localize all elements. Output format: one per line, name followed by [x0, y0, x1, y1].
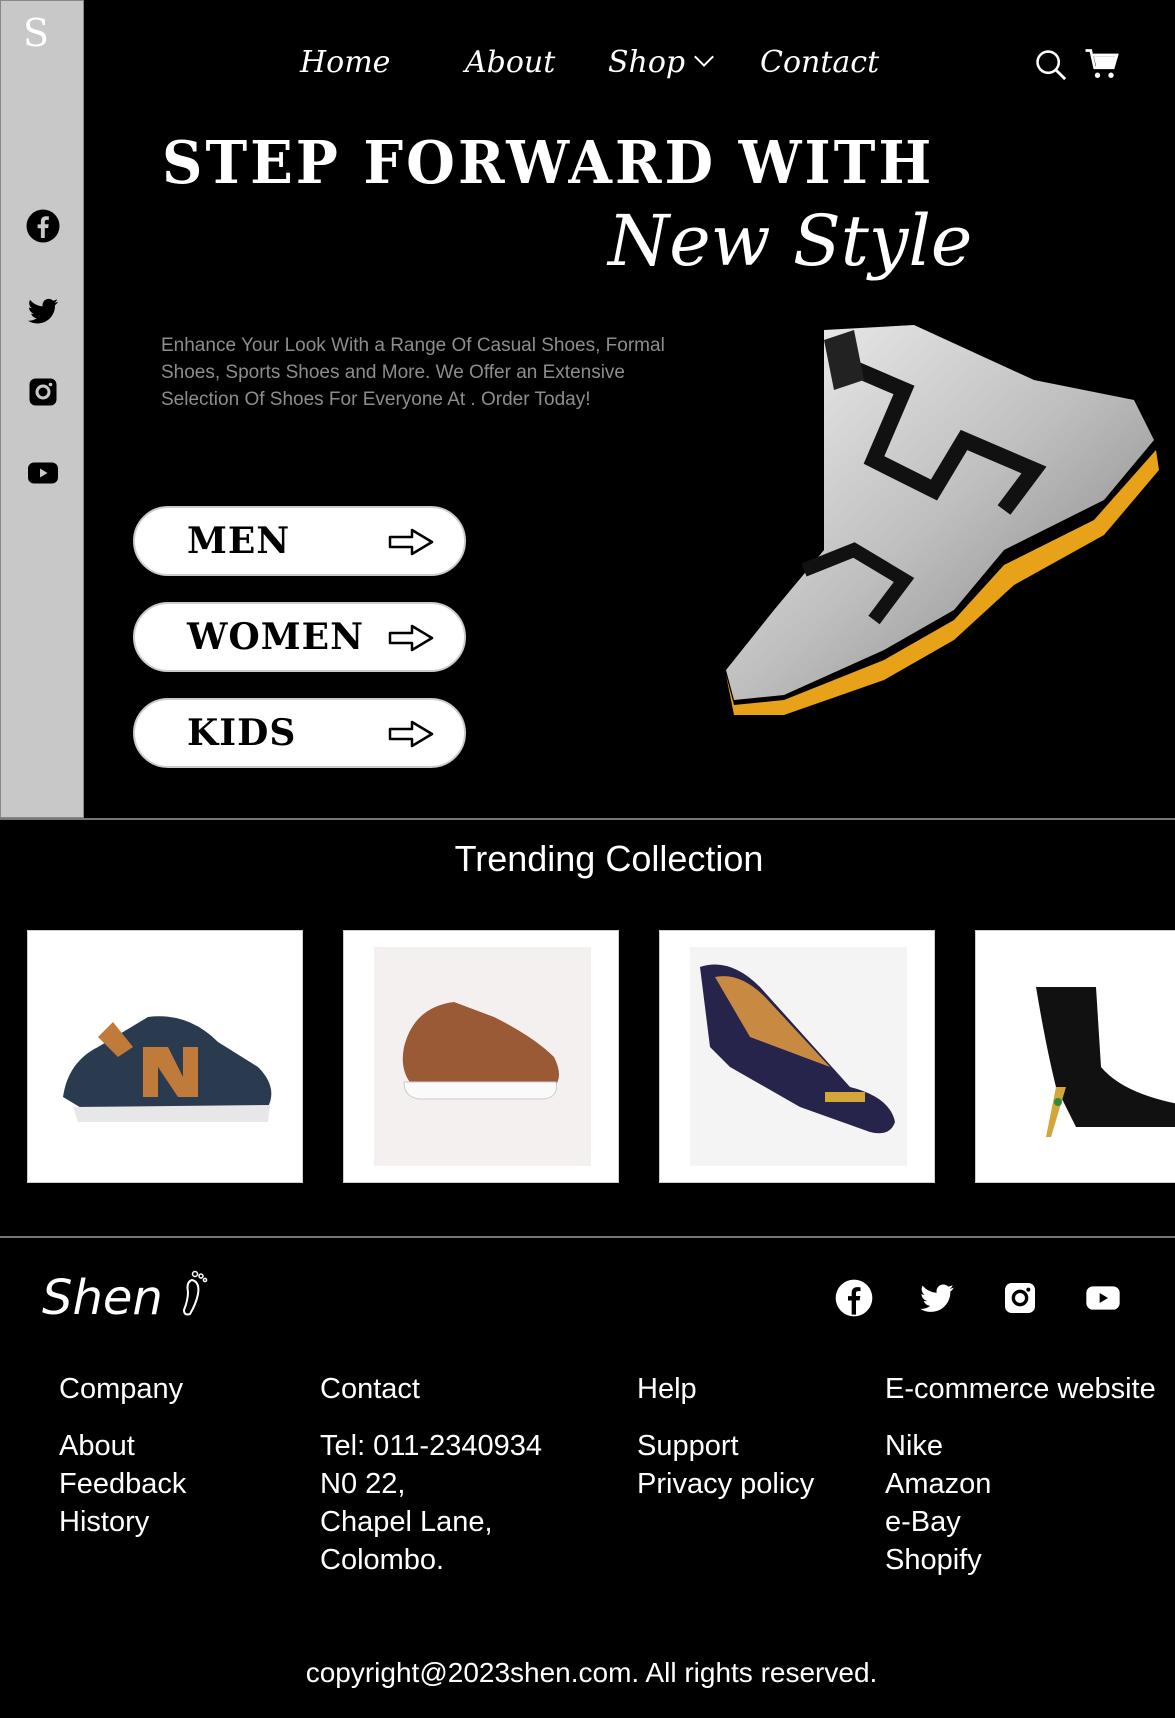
- youtube-icon[interactable]: [25, 455, 61, 491]
- section-divider: [0, 1236, 1175, 1238]
- hero-shoe-image: [726, 325, 1159, 715]
- arrow-right-icon: [388, 528, 434, 556]
- footer-contact-address-line: N0 22,: [320, 1468, 406, 1500]
- product-card[interactable]: [659, 930, 935, 1183]
- footer-company-links: About Feedback History: [59, 1427, 186, 1541]
- ankle-boot-image: [1036, 987, 1175, 1137]
- footer-help-links: Support Privacy policy: [637, 1427, 814, 1503]
- sidebar-logo[interactable]: S: [23, 11, 49, 55]
- category-men-button[interactable]: MEN: [133, 506, 466, 576]
- hero-subheadline: New Style: [608, 200, 973, 282]
- product-card[interactable]: [27, 930, 303, 1183]
- footer-link-about[interactable]: About: [59, 1427, 186, 1465]
- footer-link-ebay[interactable]: e-Bay: [885, 1503, 991, 1541]
- footer-link-privacy-policy[interactable]: Privacy policy: [637, 1465, 814, 1503]
- nav-home[interactable]: Home: [300, 45, 390, 80]
- hero-section: Home About Shop Contact STEP FORWARD WIT…: [84, 0, 1175, 818]
- category-label: KIDS: [187, 712, 297, 754]
- footer-link-nike[interactable]: Nike: [885, 1427, 991, 1465]
- category-label: WOMEN: [187, 616, 364, 658]
- footer-contact-address-line: Chapel Lane,: [320, 1506, 493, 1538]
- chevron-down-icon: [694, 47, 715, 67]
- arrow-right-icon: [388, 624, 434, 652]
- footprint-icon: [183, 1270, 208, 1316]
- trending-title: Trending Collection: [454, 838, 764, 879]
- footer-contact-info: Tel: 011-2340934 N0 22, Chapel Lane, Col…: [320, 1427, 542, 1579]
- twitter-icon[interactable]: [25, 293, 61, 329]
- footer-brand[interactable]: Shen: [42, 1270, 210, 1326]
- footer-contact-address-line: Colombo.: [320, 1544, 445, 1576]
- instagram-icon[interactable]: [25, 374, 61, 410]
- category-kids-button[interactable]: KIDS: [133, 698, 466, 768]
- nav-contact[interactable]: Contact: [760, 45, 879, 80]
- product-card[interactable]: [975, 930, 1175, 1183]
- left-sidebar: S: [0, 0, 84, 818]
- instagram-icon[interactable]: [1000, 1278, 1040, 1318]
- footer-link-history[interactable]: History: [59, 1503, 186, 1541]
- sneaker-brown-leather-image: [374, 947, 591, 1166]
- section-divider: [0, 818, 1175, 820]
- facebook-icon[interactable]: [25, 208, 61, 244]
- facebook-icon[interactable]: [834, 1278, 874, 1318]
- arrow-right-icon: [388, 720, 434, 748]
- nav-shop-label: Shop: [608, 45, 686, 80]
- category-label: MEN: [187, 520, 291, 562]
- wedge-pump-image: [690, 947, 907, 1166]
- footer-brand-label: Shen: [42, 1270, 163, 1326]
- footer-contact-heading: Contact: [320, 1373, 420, 1405]
- sneaker-navy-image: [63, 1016, 272, 1122]
- footer-ecommerce-heading: E-commerce website: [885, 1373, 1156, 1405]
- footer-company-heading: Company: [59, 1373, 184, 1405]
- category-women-button[interactable]: WOMEN: [133, 602, 466, 672]
- nav-shop[interactable]: Shop: [608, 45, 715, 80]
- cart-icon[interactable]: [1084, 46, 1120, 82]
- nav-about[interactable]: About: [465, 45, 555, 80]
- hero-headline: STEP FORWARD WITH: [162, 128, 935, 198]
- twitter-icon[interactable]: [917, 1278, 957, 1318]
- footer-contact-phone: Tel: 011-2340934: [320, 1430, 542, 1462]
- footer-link-feedback[interactable]: Feedback: [59, 1465, 186, 1503]
- footer-link-shopify[interactable]: Shopify: [885, 1541, 991, 1579]
- footer-help-heading: Help: [637, 1373, 697, 1405]
- copyright-text: copyright@2023shen.com. All rights reser…: [305, 1657, 878, 1688]
- search-icon[interactable]: [1034, 48, 1068, 82]
- footer-link-support[interactable]: Support: [637, 1427, 814, 1465]
- footer-link-amazon[interactable]: Amazon: [885, 1465, 991, 1503]
- product-card[interactable]: [343, 930, 619, 1183]
- youtube-icon[interactable]: [1083, 1278, 1123, 1318]
- footer-ecommerce-links: Nike Amazon e-Bay Shopify: [885, 1427, 991, 1579]
- hero-description: Enhance Your Look With a Range Of Casual…: [161, 335, 665, 410]
